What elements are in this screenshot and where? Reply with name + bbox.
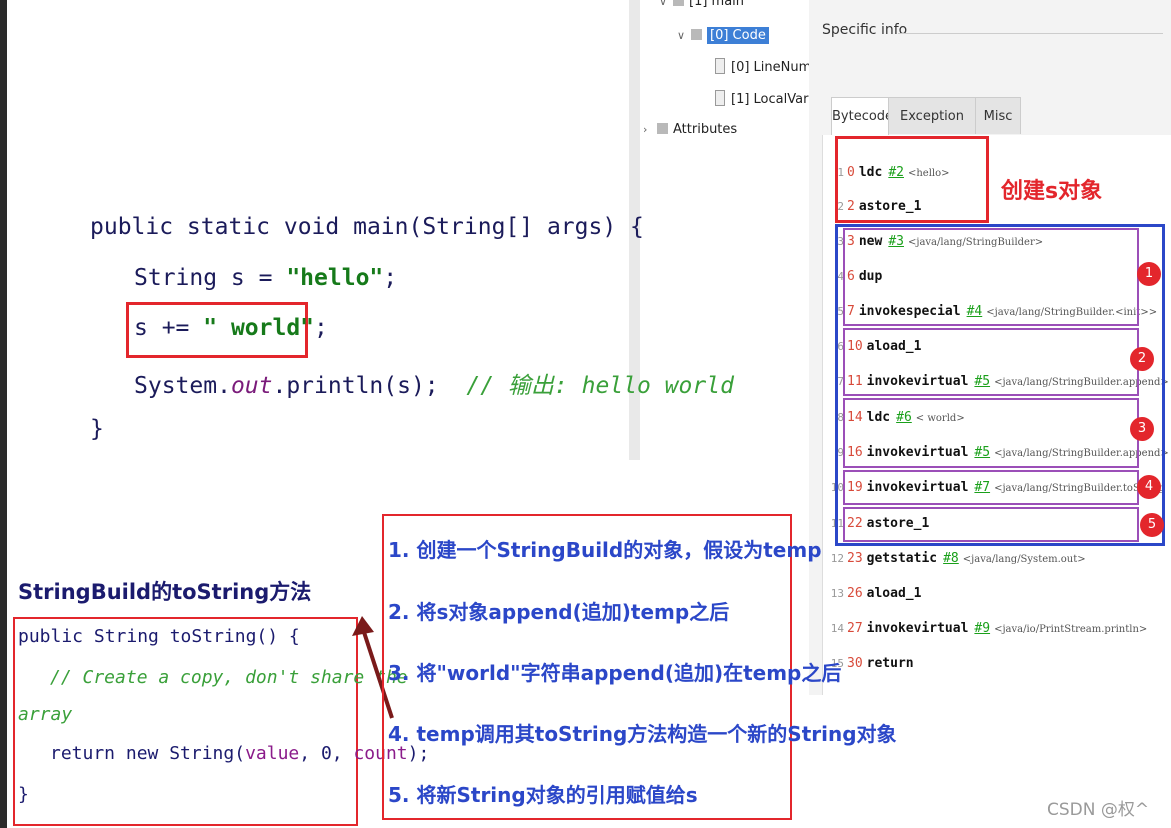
specific-info-title: Specific info [822,22,908,38]
tree-item-localvariable[interactable]: [1] LocalVariabl [715,88,809,112]
bytecode-row[interactable]: 12 23 getstatic #8 <java/lang/System.out> [822,541,1086,576]
bytecode-row[interactable]: 14 27 invokevirtual #9 <java/io/PrintStream.… [822,611,1148,646]
step-marker-1: 1 [1137,262,1161,286]
folder-icon [657,123,668,134]
bytecode-line-number: 12 [830,552,844,565]
step-2: 2. 将s对象append(追加)temp之后 [388,600,730,624]
bytecode-offset: 27 [847,621,863,636]
step-marker-4: 4 [1137,475,1161,499]
step5-box [843,507,1139,542]
step2-box [843,328,1139,396]
bytecode-row[interactable]: 13 26 aload_1 [822,576,931,611]
step-5: 5. 将新String对象的引用赋值给s [388,783,698,807]
folder-icon [691,29,702,40]
watermark: CSDN @权^ [1047,800,1150,820]
tab-exception-table[interactable]: Exception table [888,97,976,162]
code-line-hello: String s = "hello"; [134,265,398,291]
tostring-line-1: public String toString() { [18,626,300,647]
tostring-line-4: return new String(value, 0, count); [50,743,430,764]
step-marker-5: 5 [1140,513,1164,537]
divider [898,33,1163,34]
step3-box [843,398,1139,468]
chevron-down-icon[interactable]: ∨ [659,0,673,14]
bytecode-constant-ref[interactable]: #8 [943,551,959,566]
step4-box [843,470,1139,505]
bytecode-comment: <java/lang/System.out> [962,554,1086,565]
step-marker-3: 3 [1130,417,1154,441]
bytecode-line-number: 13 [830,587,844,600]
left-edge [0,0,7,828]
step1-box [843,228,1139,326]
folder-icon [673,0,684,6]
bytecode-constant-ref[interactable]: #9 [974,621,990,636]
create-s-label: 创建s对象 [1001,179,1103,204]
tree-item-attributes[interactable]: › Attributes [643,118,737,142]
tree-item-main[interactable]: ∨ [1] main [659,0,744,14]
code-line-close: } [90,416,104,442]
chevron-right-icon[interactable]: › [643,118,657,142]
bytecode-offset: 23 [847,551,863,566]
file-icon [715,58,725,74]
bytecode-opcode: return [866,656,914,671]
step-3: 3. 将"world"字符串append(追加)在temp之后 [388,661,842,685]
step-marker-2: 2 [1130,347,1154,371]
bytecode-opcode: invokevirtual [866,621,969,636]
tostring-line-5: } [18,784,29,805]
connector-arrow-head [352,616,374,636]
tree-item-linenumber[interactable]: [0] LineNumber [715,56,809,80]
tostring-title: StringBuild的toString方法 [18,580,312,604]
tab-misc[interactable]: Misc [975,97,1021,134]
bytecode-comment: <java/io/PrintStream.println> [994,624,1148,635]
bytecode-offset: 30 [847,656,863,671]
chevron-down-icon[interactable]: ∨ [677,24,691,48]
code-line-println: System.out.println(s); // 输出: hello worl… [134,373,734,399]
bytecode-opcode: getstatic [866,551,938,566]
tab-bytecode[interactable]: Bytecode [831,97,893,135]
file-icon [715,90,725,106]
bytecode-opcode: aload_1 [866,586,922,601]
tree-item-code[interactable]: ∨ [0] Code [677,24,769,48]
create-s-box [835,136,989,223]
step-1: 1. 创建一个StringBuild的对象，假设为temp [388,538,822,562]
code-line-main: public static void main(String[] args) { [90,214,644,240]
step-4: 4. temp调用其toString方法构造一个新的String对象 [388,722,897,746]
tostring-line-3: array [18,704,73,725]
bytecode-offset: 26 [847,586,863,601]
code-line-concat: s += " world"; [134,315,328,341]
bytecode-line-number: 14 [830,622,844,635]
